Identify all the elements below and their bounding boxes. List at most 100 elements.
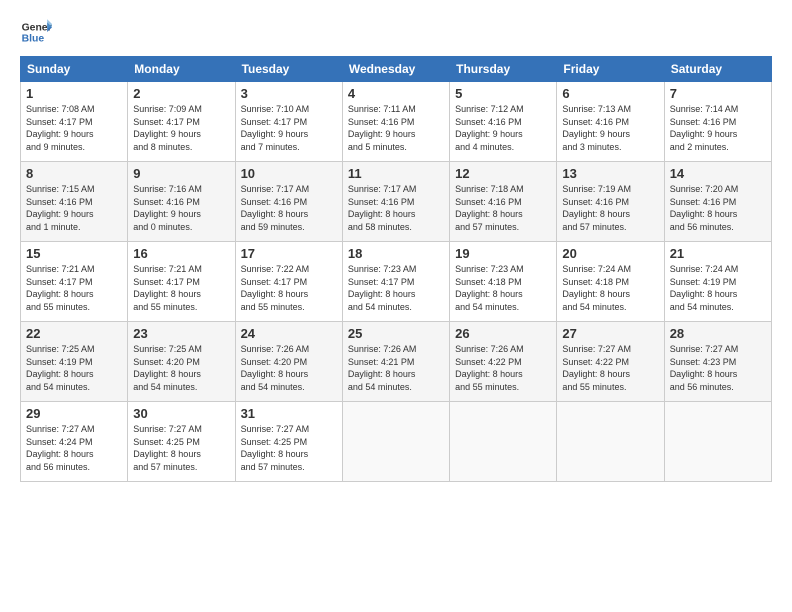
day-info: Sunrise: 7:27 AM Sunset: 4:22 PM Dayligh… <box>562 343 658 393</box>
week-row-3: 15Sunrise: 7:21 AM Sunset: 4:17 PM Dayli… <box>21 242 772 322</box>
day-info: Sunrise: 7:27 AM Sunset: 4:25 PM Dayligh… <box>133 423 229 473</box>
day-number: 5 <box>455 86 551 101</box>
day-number: 25 <box>348 326 444 341</box>
day-number: 12 <box>455 166 551 181</box>
day-number: 8 <box>26 166 122 181</box>
day-info: Sunrise: 7:08 AM Sunset: 4:17 PM Dayligh… <box>26 103 122 153</box>
day-info: Sunrise: 7:11 AM Sunset: 4:16 PM Dayligh… <box>348 103 444 153</box>
day-info: Sunrise: 7:26 AM Sunset: 4:22 PM Dayligh… <box>455 343 551 393</box>
day-number: 7 <box>670 86 766 101</box>
day-number: 11 <box>348 166 444 181</box>
day-number: 21 <box>670 246 766 261</box>
day-cell: 18 Sunrise: 7:23 AM Sunset: 4:17 PM Dayli… <box>342 242 449 322</box>
day-number: 26 <box>455 326 551 341</box>
day-number: 24 <box>241 326 337 341</box>
week-row-2: 8 Sunrise: 7:15 AM Sunset: 4:16 PM Daylig… <box>21 162 772 242</box>
header-cell-thursday: Thursday <box>450 57 557 82</box>
day-number: 31 <box>241 406 337 421</box>
day-info: Sunrise: 7:10 AM Sunset: 4:17 PM Dayligh… <box>241 103 337 153</box>
day-cell: 23 Sunrise: 7:25 AM Sunset: 4:20 PM Dayli… <box>128 322 235 402</box>
day-info: Sunrise: 7:09 AM Sunset: 4:17 PM Dayligh… <box>133 103 229 153</box>
day-cell: 31 Sunrise: 7:27 AM Sunset: 4:25 PM Dayli… <box>235 402 342 482</box>
day-info: Sunrise: 7:27 AM Sunset: 4:25 PM Dayligh… <box>241 423 337 473</box>
day-number: 22 <box>26 326 122 341</box>
day-number: 18 <box>348 246 444 261</box>
day-info: Sunrise: 7:23 AM Sunset: 4:17 PM Dayligh… <box>348 263 444 313</box>
day-cell: 13 Sunrise: 7:19 AM Sunset: 4:16 PM Dayli… <box>557 162 664 242</box>
day-cell: 2 Sunrise: 7:09 AM Sunset: 4:17 PM Daylig… <box>128 82 235 162</box>
day-info: Sunrise: 7:27 AM Sunset: 4:23 PM Dayligh… <box>670 343 766 393</box>
header-cell-saturday: Saturday <box>664 57 771 82</box>
day-number: 9 <box>133 166 229 181</box>
day-info: Sunrise: 7:21 AM Sunset: 4:17 PM Dayligh… <box>26 263 122 313</box>
day-info: Sunrise: 7:14 AM Sunset: 4:16 PM Dayligh… <box>670 103 766 153</box>
logo: General Blue <box>20 16 52 48</box>
day-info: Sunrise: 7:17 AM Sunset: 4:16 PM Dayligh… <box>348 183 444 233</box>
header-cell-tuesday: Tuesday <box>235 57 342 82</box>
week-row-4: 22 Sunrise: 7:25 AM Sunset: 4:19 PM Dayli… <box>21 322 772 402</box>
day-number: 4 <box>348 86 444 101</box>
day-number: 1 <box>26 86 122 101</box>
day-cell: 3 Sunrise: 7:10 AM Sunset: 4:17 PM Daylig… <box>235 82 342 162</box>
day-cell: 1 Sunrise: 7:08 AM Sunset: 4:17 PM Daylig… <box>21 82 128 162</box>
calendar-header: SundayMondayTuesdayWednesdayThursdayFrid… <box>21 57 772 82</box>
week-row-5: 29Sunrise: 7:27 AM Sunset: 4:24 PM Dayli… <box>21 402 772 482</box>
day-info: Sunrise: 7:16 AM Sunset: 4:16 PM Dayligh… <box>133 183 229 233</box>
day-info: Sunrise: 7:25 AM Sunset: 4:20 PM Dayligh… <box>133 343 229 393</box>
day-cell: 26 Sunrise: 7:26 AM Sunset: 4:22 PM Dayli… <box>450 322 557 402</box>
day-cell: 21 Sunrise: 7:24 AM Sunset: 4:19 PM Dayli… <box>664 242 771 322</box>
week-row-1: 1 Sunrise: 7:08 AM Sunset: 4:17 PM Daylig… <box>21 82 772 162</box>
day-info: Sunrise: 7:27 AM Sunset: 4:24 PM Dayligh… <box>26 423 122 473</box>
logo-icon: General Blue <box>20 16 52 48</box>
day-cell: 6Sunrise: 7:13 AM Sunset: 4:16 PM Daylig… <box>557 82 664 162</box>
day-info: Sunrise: 7:24 AM Sunset: 4:19 PM Dayligh… <box>670 263 766 313</box>
day-info: Sunrise: 7:23 AM Sunset: 4:18 PM Dayligh… <box>455 263 551 313</box>
calendar-table: SundayMondayTuesdayWednesdayThursdayFrid… <box>20 56 772 482</box>
day-info: Sunrise: 7:20 AM Sunset: 4:16 PM Dayligh… <box>670 183 766 233</box>
day-cell: 16 Sunrise: 7:21 AM Sunset: 4:17 PM Dayli… <box>128 242 235 322</box>
calendar-body: 1 Sunrise: 7:08 AM Sunset: 4:17 PM Daylig… <box>21 82 772 482</box>
day-cell: 20Sunrise: 7:24 AM Sunset: 4:18 PM Dayli… <box>557 242 664 322</box>
day-cell: 22 Sunrise: 7:25 AM Sunset: 4:19 PM Dayli… <box>21 322 128 402</box>
day-cell: 28 Sunrise: 7:27 AM Sunset: 4:23 PM Dayli… <box>664 322 771 402</box>
day-number: 23 <box>133 326 229 341</box>
day-cell: 24 Sunrise: 7:26 AM Sunset: 4:20 PM Dayli… <box>235 322 342 402</box>
day-info: Sunrise: 7:15 AM Sunset: 4:16 PM Dayligh… <box>26 183 122 233</box>
day-number: 28 <box>670 326 766 341</box>
day-number: 17 <box>241 246 337 261</box>
day-cell: 7 Sunrise: 7:14 AM Sunset: 4:16 PM Daylig… <box>664 82 771 162</box>
day-number: 2 <box>133 86 229 101</box>
header-cell-monday: Monday <box>128 57 235 82</box>
day-info: Sunrise: 7:26 AM Sunset: 4:21 PM Dayligh… <box>348 343 444 393</box>
day-cell: 27 Sunrise: 7:27 AM Sunset: 4:22 PM Dayli… <box>557 322 664 402</box>
day-cell: 19Sunrise: 7:23 AM Sunset: 4:18 PM Dayli… <box>450 242 557 322</box>
day-info: Sunrise: 7:19 AM Sunset: 4:16 PM Dayligh… <box>562 183 658 233</box>
day-cell <box>450 402 557 482</box>
day-cell: 11 Sunrise: 7:17 AM Sunset: 4:16 PM Dayli… <box>342 162 449 242</box>
day-info: Sunrise: 7:12 AM Sunset: 4:16 PM Dayligh… <box>455 103 551 153</box>
day-number: 30 <box>133 406 229 421</box>
day-number: 16 <box>133 246 229 261</box>
day-info: Sunrise: 7:22 AM Sunset: 4:17 PM Dayligh… <box>241 263 337 313</box>
day-number: 14 <box>670 166 766 181</box>
day-cell: 4 Sunrise: 7:11 AM Sunset: 4:16 PM Daylig… <box>342 82 449 162</box>
day-cell <box>557 402 664 482</box>
day-cell <box>342 402 449 482</box>
day-number: 27 <box>562 326 658 341</box>
day-cell: 10Sunrise: 7:17 AM Sunset: 4:16 PM Dayli… <box>235 162 342 242</box>
day-cell <box>664 402 771 482</box>
day-cell: 12Sunrise: 7:18 AM Sunset: 4:16 PM Dayli… <box>450 162 557 242</box>
day-info: Sunrise: 7:21 AM Sunset: 4:17 PM Dayligh… <box>133 263 229 313</box>
day-info: Sunrise: 7:13 AM Sunset: 4:16 PM Dayligh… <box>562 103 658 153</box>
day-number: 3 <box>241 86 337 101</box>
day-info: Sunrise: 7:26 AM Sunset: 4:20 PM Dayligh… <box>241 343 337 393</box>
day-number: 10 <box>241 166 337 181</box>
svg-text:Blue: Blue <box>22 34 45 45</box>
header-cell-sunday: Sunday <box>21 57 128 82</box>
day-cell: 14 Sunrise: 7:20 AM Sunset: 4:16 PM Dayli… <box>664 162 771 242</box>
day-number: 13 <box>562 166 658 181</box>
header-cell-wednesday: Wednesday <box>342 57 449 82</box>
day-info: Sunrise: 7:24 AM Sunset: 4:18 PM Dayligh… <box>562 263 658 313</box>
day-cell: 29Sunrise: 7:27 AM Sunset: 4:24 PM Dayli… <box>21 402 128 482</box>
day-info: Sunrise: 7:25 AM Sunset: 4:19 PM Dayligh… <box>26 343 122 393</box>
